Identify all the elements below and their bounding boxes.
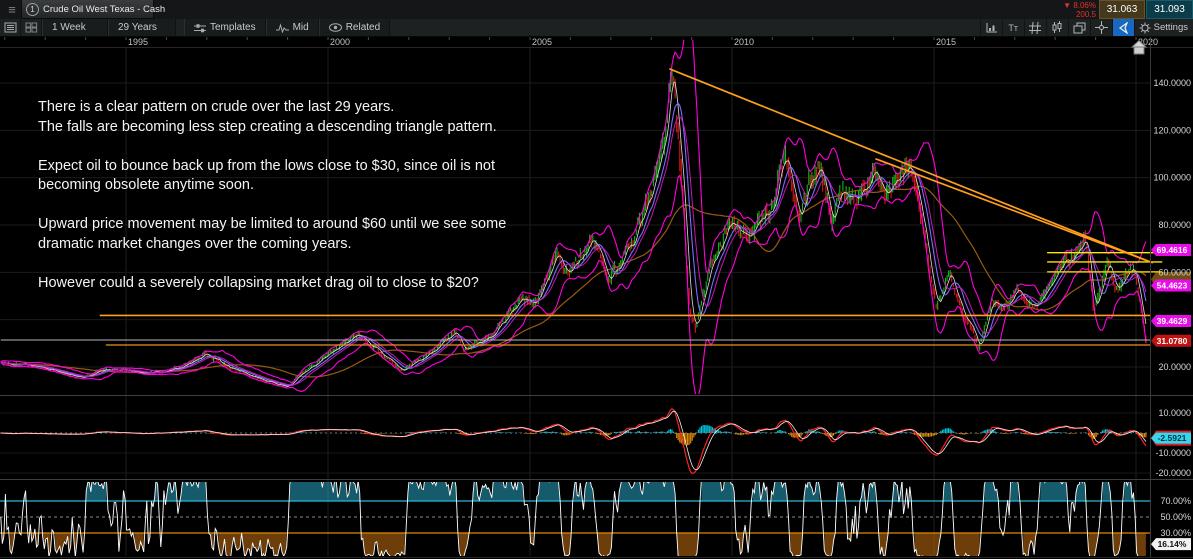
svg-text:100.0000: 100.0000 [1153,173,1191,183]
mid-button[interactable]: Mid [266,19,319,36]
windows-layers-icon[interactable] [1068,19,1090,36]
cursor-tool-button[interactable] [1112,19,1134,36]
related-button[interactable]: Related [319,19,390,36]
chart-annotation-text[interactable]: There is a clear pattern on crude over t… [38,98,506,293]
layout-grid-icon[interactable] [21,19,42,36]
home-icon[interactable] [1130,39,1148,56]
cursor-arrow-icon [1118,22,1129,34]
crosshair-pointer-icon[interactable] [1090,19,1112,36]
svg-text:80.0000: 80.0000 [1158,220,1191,230]
annotation-line: Expect oil to bounce back up from the lo… [38,157,506,177]
eye-icon [329,23,342,32]
svg-text:2000: 2000 [330,37,350,47]
related-label: Related [346,22,380,33]
home-icon-body [1134,47,1144,54]
svg-text:2010: 2010 [734,37,754,47]
svg-text:140.0000: 140.0000 [1153,78,1191,88]
svg-text:60.0000: 60.0000 [1158,267,1191,277]
stochastic-indicator [0,477,1150,557]
svg-text:70.00%: 70.00% [1160,496,1191,506]
home-icon-roof [1132,41,1146,48]
annotation-line: However could a severely collapsing mark… [38,274,506,294]
change-arrow-icon: ▼ [1063,1,1071,10]
svg-text:39.4629: 39.4629 [1157,316,1188,326]
text-tool-label: Tт [1008,23,1018,33]
svg-text:69.4616: 69.4616 [1157,245,1188,255]
svg-text:2015: 2015 [936,37,956,47]
annotation-line [38,196,506,216]
title-bar: ≡ 1 Crude Oil West Texas - Cash ▼ 8.06% … [0,0,1193,20]
settings-button[interactable]: Settings [1134,19,1193,36]
bid-price-box[interactable]: 31.063 [1099,0,1145,19]
svg-text:54.4623: 54.4623 [1157,280,1188,290]
svg-text:2005: 2005 [532,37,552,47]
annotation-line: The falls are becoming less step creatin… [38,118,506,138]
annotation-line: Upward price movement may be limited to … [38,215,506,235]
gear-icon [1139,22,1151,34]
period-label: 1 Week [52,22,86,33]
svg-text:31.0780: 31.0780 [1157,336,1188,346]
chart-toolbar: 1 Week 29 Years Templates Mid Related Tт… [0,19,1193,37]
annotation-line: There is a clear pattern on crude over t… [38,98,506,118]
text-tool-icon[interactable]: Tт [1002,19,1024,36]
templates-label: Templates [210,22,256,33]
macd-indicator [0,409,1150,474]
range-label: 29 Years [118,22,157,33]
svg-text:10.0000: 10.0000 [1158,408,1191,418]
svg-text:1995: 1995 [128,37,148,47]
annotation-line: dramatic market changes over the coming … [38,235,506,255]
svg-text:20.0000: 20.0000 [1158,362,1191,372]
annotation-line [38,137,506,157]
mid-label: Mid [293,22,309,33]
sliders-icon [194,23,206,33]
candlestick-tool-icon[interactable] [1046,19,1068,36]
svg-text:-20.0000: -20.0000 [1155,468,1191,478]
svg-text:50.00%: 50.00% [1160,512,1191,522]
range-button[interactable]: 29 Years [108,19,176,36]
x-axis-timeline: 199520002005201020152020 [0,36,1193,48]
y-axis-labels: 140.0000120.0000100.000080.000060.000040… [1153,78,1191,538]
axis-scale-tool-icon[interactable] [980,19,1002,36]
svg-text:-10.0000: -10.0000 [1155,448,1191,458]
instrument-tab[interactable]: 1 Crude Oil West Texas - Cash [21,0,154,19]
settings-label: Settings [1154,22,1188,33]
annotation-line [38,254,506,274]
period-button[interactable]: 1 Week [42,19,108,36]
svg-text:-2.5921: -2.5921 [1158,433,1187,443]
grid-toggle-icon[interactable] [1024,19,1046,36]
svg-text:16.14%: 16.14% [1158,539,1187,549]
hamburger-menu-icon[interactable]: ≡ [5,3,19,16]
change-percent: 8.06% [1073,1,1096,10]
svg-text:30.00%: 30.00% [1160,528,1191,538]
waveform-icon [276,23,289,33]
instrument-number-badge: 1 [26,3,39,16]
templates-button[interactable]: Templates [184,19,266,36]
change-value: 200.5 [1063,10,1096,19]
list-view-icon[interactable] [0,19,21,36]
quote-change-block: ▼ 8.06% 200.5 [1063,1,1096,19]
annotation-line: becoming obsolete anytime soon. [38,176,506,196]
svg-text:120.0000: 120.0000 [1153,125,1191,135]
ask-price-box[interactable]: 31.093 [1146,0,1193,19]
instrument-title: Crude Oil West Texas - Cash [43,4,165,15]
